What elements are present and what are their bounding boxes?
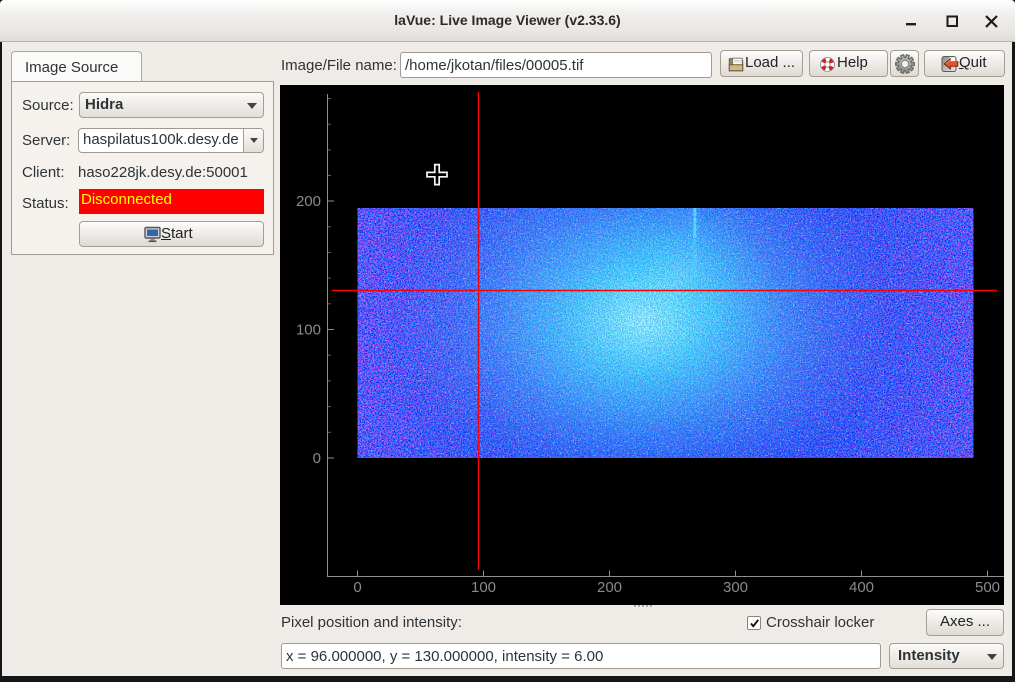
svg-text:400: 400 xyxy=(849,579,874,596)
svg-text:100: 100 xyxy=(296,322,321,339)
svg-text:200: 200 xyxy=(597,579,622,596)
svg-text:0: 0 xyxy=(353,579,361,596)
svg-text:200: 200 xyxy=(296,193,321,210)
svg-text:300: 300 xyxy=(723,579,748,596)
svg-text:500: 500 xyxy=(975,579,1000,596)
svg-text:0: 0 xyxy=(313,450,321,467)
svg-text:100: 100 xyxy=(471,579,496,596)
